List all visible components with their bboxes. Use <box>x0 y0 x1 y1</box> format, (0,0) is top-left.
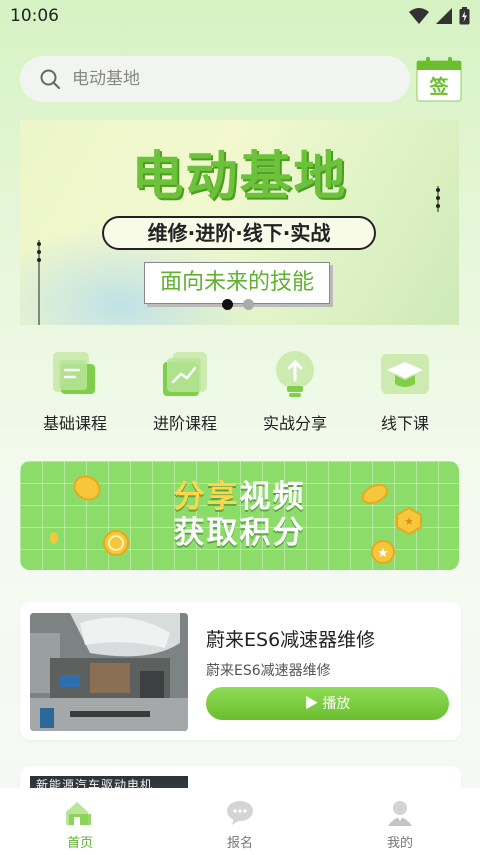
user-icon <box>388 801 412 826</box>
carousel-dot[interactable] <box>222 299 233 310</box>
bottom-tab-bar: 首页 报名 我的 <box>0 788 480 855</box>
banner-tagline: 维修·进阶·线下·实战 <box>102 216 376 250</box>
carousel-dot[interactable] <box>243 299 254 310</box>
banner-slogan: 面向未来的技能 <box>144 262 330 304</box>
share-title-highlight: 分享 <box>173 479 240 515</box>
trend-chart-icon <box>163 352 207 396</box>
tab-label: 我的 <box>386 836 413 851</box>
search-icon <box>40 69 60 93</box>
nav-label: 基础课程 <box>42 414 107 433</box>
share-title-line2: 获取积分 <box>173 515 306 551</box>
tab-label: 报名 <box>226 836 253 851</box>
nav-offline-class[interactable]: 线下课 <box>350 348 460 438</box>
status-icons <box>409 7 470 29</box>
nav-basic-course[interactable]: 基础课程 <box>20 348 130 438</box>
course-subtitle: 蔚来ES6减速器维修 <box>206 663 331 679</box>
share-title-rest: 视频 <box>239 479 306 515</box>
nav-label: 实战分享 <box>262 414 327 433</box>
course-thumbnail[interactable] <box>30 613 188 731</box>
tab-label: 首页 <box>66 836 93 851</box>
graduation-cap-icon <box>381 354 429 394</box>
workshop-photo <box>30 613 188 731</box>
wifi-icon <box>409 7 429 29</box>
banner-title: 电动基地 <box>131 147 348 207</box>
course-title[interactable]: 蔚来ES6减速器维修 <box>206 625 375 652</box>
share-banner-title: 分享视频 获取积分 <box>20 479 459 551</box>
carousel-indicator <box>222 299 254 310</box>
signal-icon <box>435 7 453 29</box>
share-video-banner[interactable]: ★ ★ 分享视频 获取积分 <box>20 461 459 570</box>
tab-home[interactable]: 首页 <box>0 788 160 855</box>
chat-bubble-icon <box>227 801 253 825</box>
status-time: 10:06 <box>10 6 59 26</box>
status-bar: 10:06 <box>0 0 480 32</box>
nav-advanced-course[interactable]: 进阶课程 <box>130 348 240 438</box>
tab-register[interactable]: 报名 <box>160 788 320 855</box>
decorative-line <box>436 186 440 212</box>
sign-in-label: 签 <box>429 76 449 98</box>
tab-profile[interactable]: 我的 <box>320 788 480 855</box>
sign-in-button[interactable]: 签 <box>416 56 462 102</box>
home-icon <box>66 802 91 825</box>
battery-icon <box>459 7 470 29</box>
nav-practice-share[interactable]: 实战分享 <box>240 348 350 438</box>
banner-carousel[interactable]: 电动基地 维修·进阶·线下·实战 面向未来的技能 <box>20 120 459 325</box>
document-icon <box>53 352 95 394</box>
nav-label: 进阶课程 <box>152 414 217 433</box>
search-bar[interactable] <box>20 56 410 102</box>
lightbulb-icon <box>276 351 314 397</box>
course-card[interactable]: 蔚来ES6减速器维修 蔚来ES6减速器维修 ▶ 播放 <box>20 602 461 740</box>
nav-label: 线下课 <box>380 414 429 433</box>
search-input[interactable] <box>72 56 392 102</box>
play-button[interactable]: ▶ 播放 <box>206 687 449 720</box>
decorative-line <box>37 240 41 325</box>
quick-nav: 基础课程 进阶课程 实战分享 线下课 <box>20 348 460 438</box>
